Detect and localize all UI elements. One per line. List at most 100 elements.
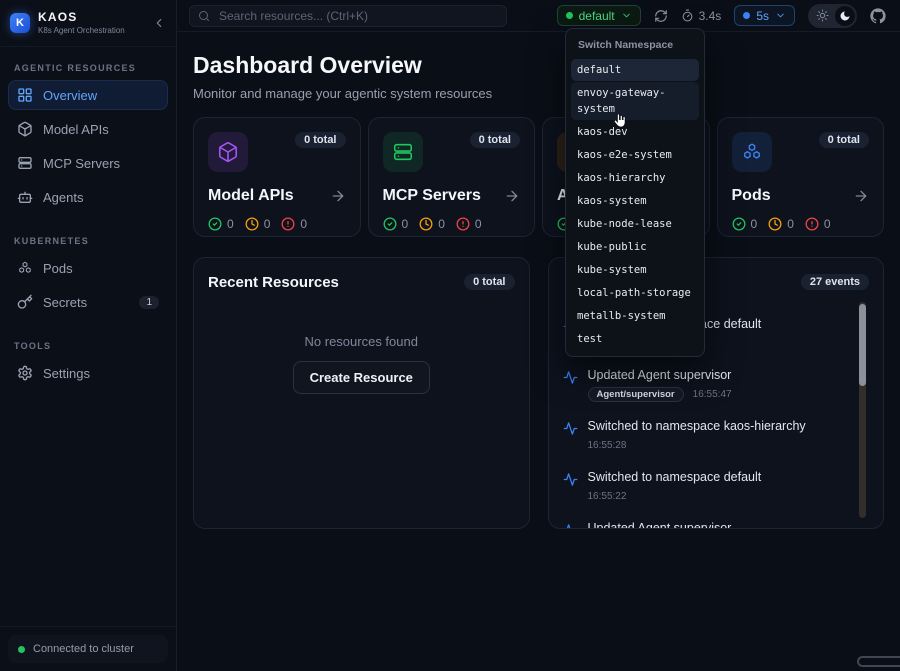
bot-icon: [17, 189, 33, 205]
grid-icon: [17, 87, 33, 103]
stat-card-title: MCP Servers: [383, 187, 481, 205]
event-title: Switched to namespace default: [588, 470, 762, 484]
app-name: KAOS: [38, 11, 144, 25]
namespace-option-metallb-system[interactable]: metallb-system: [571, 305, 699, 327]
topbar: default 3.4s 5s: [177, 0, 900, 32]
interval-status-dot: [743, 12, 750, 19]
check-circle-icon: [208, 217, 222, 231]
failed-count: 0: [300, 217, 307, 231]
empty-state-text: No resources found: [305, 334, 418, 349]
poll-interval-value: 5s: [756, 9, 769, 23]
namespace-dropdown: Switch Namespace default envoy-gateway-s…: [565, 28, 705, 357]
namespace-option-kube-system[interactable]: kube-system: [571, 259, 699, 281]
namespace-option-kaos-hierarchy[interactable]: kaos-hierarchy: [571, 167, 699, 189]
sidebar-item-mcp-servers[interactable]: MCP Servers: [8, 148, 168, 178]
namespace-option-kube-public[interactable]: kube-public: [571, 236, 699, 258]
arrow-right-icon[interactable]: [504, 188, 520, 204]
sidebar-item-settings[interactable]: Settings: [8, 358, 168, 388]
stat-card-mcp-servers[interactable]: 0 total MCP Servers 0 0 0: [368, 117, 536, 237]
sidebar-header: K KAOS K8s Agent Orchestration: [0, 0, 176, 47]
event-item: Updated Agent supervisor Agent/superviso…: [563, 368, 870, 402]
namespace-option-local-path-storage[interactable]: local-path-storage: [571, 282, 699, 304]
namespace-selected: default: [579, 9, 615, 23]
sun-icon[interactable]: [816, 9, 829, 22]
cube-icon: [17, 121, 33, 137]
poll-interval-button[interactable]: 5s: [734, 5, 795, 26]
arrow-right-icon[interactable]: [330, 188, 346, 204]
sidebar-item-model-apis[interactable]: Model APIs: [8, 114, 168, 144]
stat-card-pods[interactable]: 0 total Pods 0 0 0: [717, 117, 885, 237]
stat-cards-row: 0 total Model APIs 0 0 0 0 total MCP Ser…: [193, 117, 884, 237]
activity-icon: [563, 421, 578, 436]
collapse-sidebar-icon[interactable]: [152, 16, 166, 30]
event-resource-badge: Agent/supervisor: [588, 387, 684, 402]
namespace-option-kaos-dev[interactable]: kaos-dev: [571, 121, 699, 143]
event-title: Updated Agent supervisor: [588, 368, 732, 382]
refresh-duration: 3.4s: [681, 9, 722, 23]
secrets-count-badge: 1: [139, 296, 159, 309]
total-badge: 0 total: [470, 132, 520, 148]
sidebar-item-label: Agents: [43, 190, 83, 205]
chevron-down-icon: [775, 10, 786, 21]
search-box[interactable]: [189, 5, 507, 27]
dark-mode-button[interactable]: [835, 6, 855, 26]
moon-icon: [839, 10, 851, 22]
event-title: Updated Agent supervisor: [588, 521, 732, 529]
theme-toggle[interactable]: [808, 4, 857, 28]
sidebar: K KAOS K8s Agent Orchestration AGENTIC R…: [0, 0, 177, 671]
namespace-option-kube-node-lease[interactable]: kube-node-lease: [571, 213, 699, 235]
sidebar-footer: Connected to cluster: [0, 626, 176, 671]
section-label: AGENTIC RESOURCES: [8, 55, 168, 80]
namespace-option-kaos-system[interactable]: kaos-system: [571, 190, 699, 212]
sidebar-item-label: Pods: [43, 261, 73, 276]
arrow-right-icon[interactable]: [853, 188, 869, 204]
namespace-option-envoy-gateway-system[interactable]: envoy-gateway-system: [571, 82, 699, 120]
event-time: 16:55:47: [693, 389, 732, 400]
sidebar-item-secrets[interactable]: Secrets 1: [8, 287, 168, 317]
app-logo: K: [10, 13, 30, 33]
create-resource-button[interactable]: Create Resource: [293, 361, 430, 394]
healthy-count: 0: [751, 217, 758, 231]
namespace-option-kaos-e2e-system[interactable]: kaos-e2e-system: [571, 144, 699, 166]
event-time: 16:55:28: [588, 440, 627, 451]
stat-card-model-apis[interactable]: 0 total Model APIs 0 0 0: [193, 117, 361, 237]
key-icon: [17, 294, 33, 310]
activity-icon: [563, 472, 578, 487]
cluster-status: Connected to cluster: [8, 635, 168, 663]
event-time: 16:55:22: [588, 491, 627, 502]
namespace-selector-button[interactable]: default: [557, 5, 641, 26]
clock-icon: [768, 217, 782, 231]
page-subtitle: Monitor and manage your agentic system r…: [193, 86, 884, 101]
total-badge: 0 total: [464, 274, 514, 290]
pods-icon: [732, 132, 772, 172]
server-icon: [17, 155, 33, 171]
sidebar-item-overview[interactable]: Overview: [8, 80, 168, 110]
pending-count: 0: [264, 217, 271, 231]
github-icon[interactable]: [870, 8, 886, 24]
namespace-option-test[interactable]: test: [571, 328, 699, 350]
event-title: Switched to namespace kaos-hierarchy: [588, 419, 806, 433]
search-icon: [198, 10, 210, 22]
event-item: Switched to namespace kaos-hierarchy 16:…: [563, 419, 870, 453]
server-icon: [383, 132, 423, 172]
activity-icon: [563, 370, 578, 385]
sidebar-item-label: MCP Servers: [43, 156, 120, 171]
events-scrollbar-thumb[interactable]: [859, 304, 866, 386]
sidebar-item-agents[interactable]: Agents: [8, 182, 168, 212]
namespace-option-default[interactable]: default: [571, 59, 699, 81]
recent-resources-panel: Recent Resources 0 total No resources fo…: [193, 257, 530, 529]
section-label: KUBERNETES: [8, 216, 168, 253]
main-content: Dashboard Overview Monitor and manage yo…: [177, 32, 900, 671]
events-scrollbar[interactable]: [859, 302, 866, 518]
alert-circle-icon: [805, 217, 819, 231]
horizontal-scrollbar-thumb[interactable]: [857, 656, 900, 667]
sidebar-item-label: Overview: [43, 88, 97, 103]
chevron-down-icon: [621, 10, 632, 21]
stat-card-title: Pods: [732, 187, 771, 205]
check-circle-icon: [383, 217, 397, 231]
activity-icon: [563, 523, 578, 529]
search-input[interactable]: [217, 8, 498, 24]
connected-status-dot: [18, 646, 25, 653]
refresh-icon[interactable]: [654, 9, 668, 23]
sidebar-item-pods[interactable]: Pods: [8, 253, 168, 283]
